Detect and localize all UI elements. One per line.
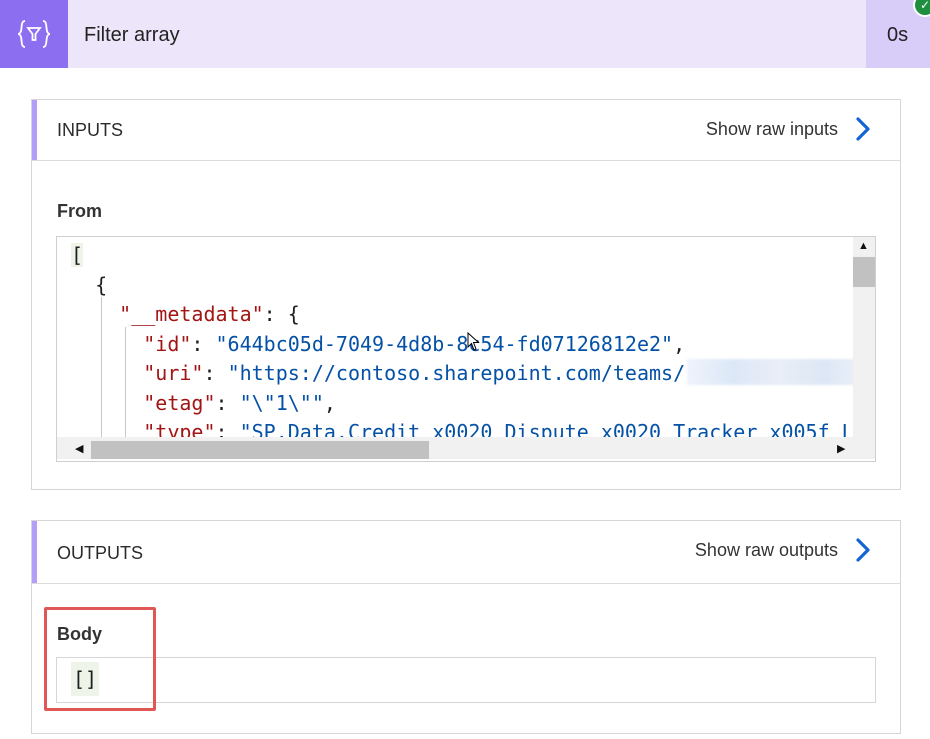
show-raw-inputs-link[interactable]: Show raw inputs [706, 100, 838, 158]
show-raw-outputs-chevron-icon[interactable] [850, 535, 876, 565]
outputs-accent-bar [32, 521, 37, 583]
action-title: Filter array [84, 24, 180, 46]
inputs-title: INPUTS [57, 120, 124, 140]
inputs-accent-bar [32, 100, 37, 160]
show-raw-inputs-chevron-icon[interactable] [850, 114, 876, 144]
mouse-cursor-icon [467, 332, 480, 351]
json-line: [ [71, 243, 84, 267]
action-header[interactable]: Filter array 0s ✓ [0, 0, 930, 68]
filter-array-icon [0, 0, 68, 68]
from-label: From [57, 201, 102, 221]
outputs-title: OUTPUTS [57, 543, 144, 563]
outputs-header: OUTPUTS Show raw outputs [32, 521, 900, 584]
from-json-viewer[interactable]: [ { "__metadata": { "id": "644bc05d-7049… [56, 236, 876, 462]
inputs-panel: INPUTS Show raw inputs From [ { "__metad… [31, 99, 901, 490]
body-value-box[interactable]: [] [56, 657, 876, 703]
outputs-panel: OUTPUTS Show raw outputs Body [] [31, 520, 901, 734]
highlight-box [44, 607, 156, 711]
show-raw-outputs-link[interactable]: Show raw outputs [695, 521, 838, 579]
indent-guide [125, 327, 126, 437]
vertical-scroll-thumb[interactable] [853, 257, 875, 287]
horizontal-scroll-thumb[interactable] [91, 441, 429, 459]
scroll-left-arrow-icon[interactable]: ◀ [75, 443, 83, 455]
inputs-header: INPUTS Show raw inputs [32, 100, 900, 161]
redacted-text [687, 359, 853, 385]
scroll-right-arrow-icon[interactable]: ▶ [837, 443, 845, 455]
duration-label: 0s [887, 24, 909, 46]
indent-guide [101, 297, 102, 437]
json-content: [ { "__metadata": { "id": "644bc05d-7049… [57, 237, 853, 437]
scroll-up-arrow-icon[interactable]: ▲ [858, 240, 869, 252]
